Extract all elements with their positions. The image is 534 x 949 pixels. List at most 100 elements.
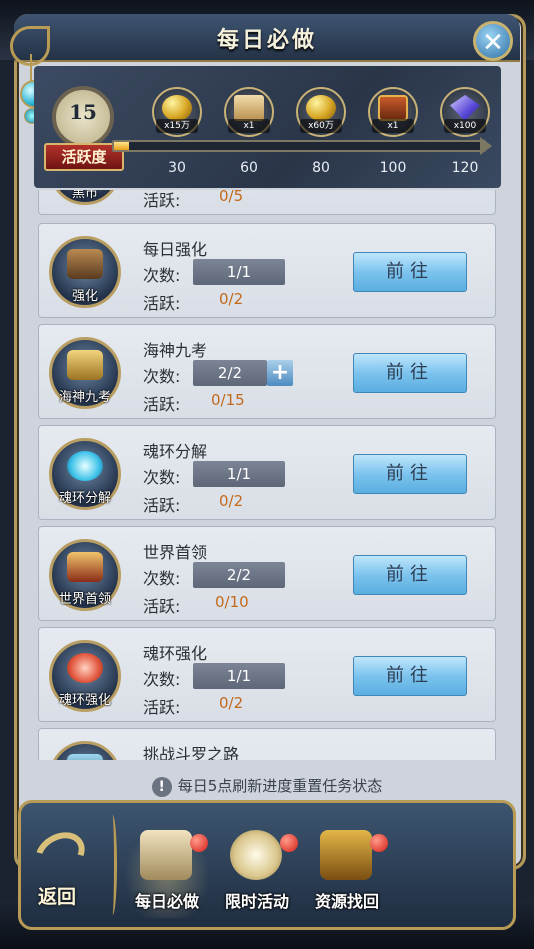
task-icon: 魂环强化 bbox=[49, 640, 121, 712]
tab-daily-tasks[interactable]: 每日必做 bbox=[124, 826, 210, 918]
tab-label: 资源找回 bbox=[314, 892, 379, 911]
reward-chest-60[interactable]: x1 bbox=[224, 87, 274, 137]
activity-value: 15 bbox=[69, 100, 97, 124]
active-value: 0/5 bbox=[219, 190, 244, 205]
gold-coins-icon bbox=[162, 95, 192, 121]
treasure-chest-icon bbox=[320, 830, 372, 880]
task-name: 挑战斗罗之路 bbox=[143, 745, 240, 760]
activity-progress-track bbox=[112, 140, 486, 152]
diamond-icon bbox=[450, 95, 480, 121]
nav-divider bbox=[108, 815, 117, 915]
progress-arrow-icon bbox=[480, 137, 492, 155]
task-list[interactable]: 黑市 活跃: 0/5 强化 每日强化 次数: 1/1 活跃: 0/2 前往 海神… bbox=[34, 190, 501, 760]
window-title: 每日必做 bbox=[216, 28, 317, 53]
task-icon-label: 强化 bbox=[71, 289, 98, 304]
active-label: 活跃: bbox=[143, 698, 181, 717]
active-value: 0/10 bbox=[215, 593, 249, 611]
milestone-label: 80 bbox=[312, 160, 330, 176]
active-value: 0/2 bbox=[219, 492, 244, 510]
reward-qty: x60万 bbox=[300, 119, 342, 133]
refresh-notice: ! 每日5点刷新进度重置任务状态 bbox=[0, 775, 534, 797]
task-row-soul-ring-enhance: 魂环强化 魂环强化 次数: 1/1 活跃: 0/2 前往 bbox=[38, 627, 496, 722]
active-label: 活跃: bbox=[143, 191, 181, 210]
count-label: 次数: bbox=[143, 569, 181, 588]
pocket-watch-icon bbox=[230, 830, 282, 880]
task-name: 世界首领 bbox=[143, 543, 208, 562]
count-value: 1/1 bbox=[193, 259, 285, 285]
go-button[interactable]: 前往 bbox=[353, 555, 467, 595]
task-name: 每日强化 bbox=[143, 240, 208, 259]
tab-limited-events[interactable]: 限时活动 bbox=[214, 826, 300, 918]
task-name: 魂环分解 bbox=[143, 442, 208, 461]
active-label: 活跃: bbox=[143, 395, 181, 414]
add-attempts-button[interactable]: + bbox=[267, 360, 293, 386]
count-label: 次数: bbox=[143, 468, 181, 487]
reward-chest-100[interactable]: x1 bbox=[368, 87, 418, 137]
quill-scroll-icon bbox=[140, 830, 192, 880]
notice-text: 每日5点刷新进度重置任务状态 bbox=[177, 777, 383, 795]
active-value: 0/2 bbox=[219, 694, 244, 712]
task-icon-label: 海神九考 bbox=[58, 390, 111, 405]
go-button[interactable]: 前往 bbox=[353, 454, 467, 494]
go-button[interactable]: 前往 bbox=[353, 656, 467, 696]
soul-ring-icon bbox=[67, 451, 103, 481]
count-label: 次数: bbox=[143, 266, 181, 285]
active-value: 0/2 bbox=[219, 290, 244, 308]
count-value: 1/1 bbox=[193, 663, 285, 689]
task-icon: 强化 bbox=[49, 236, 121, 308]
task-icon-label: 魂环分解 bbox=[58, 491, 111, 506]
challenge-icon bbox=[67, 754, 103, 760]
reward-qty: x15万 bbox=[156, 119, 198, 133]
task-icon: 魂环分解 bbox=[49, 438, 121, 510]
active-label: 活跃: bbox=[143, 294, 181, 313]
chain-ornament bbox=[30, 54, 32, 82]
activity-progress-fill bbox=[114, 142, 129, 150]
go-button[interactable]: 前往 bbox=[353, 353, 467, 393]
task-icon: 世界首领 bbox=[49, 539, 121, 611]
task-icon-label: 黑市 bbox=[71, 190, 98, 201]
count-value: 1/1 bbox=[193, 461, 285, 487]
tab-label: 每日必做 bbox=[134, 892, 199, 911]
reward-qty: x1 bbox=[372, 119, 414, 133]
scroll-icon bbox=[234, 95, 264, 121]
gold-coins-icon bbox=[306, 95, 336, 121]
task-icon bbox=[49, 741, 121, 760]
active-value: 0/15 bbox=[211, 391, 245, 409]
active-label: 活跃: bbox=[143, 597, 181, 616]
task-row-black-market: 黑市 活跃: 0/5 bbox=[38, 190, 496, 215]
reward-qty: x100 bbox=[444, 119, 486, 133]
task-row-douluo-road: 挑战斗罗之路 bbox=[38, 728, 496, 760]
task-row-soul-ring-decompose: 魂环分解 魂环分解 次数: 1/1 活跃: 0/2 前往 bbox=[38, 425, 496, 520]
soul-ring-gem-icon bbox=[67, 653, 103, 683]
count-label: 次数: bbox=[143, 670, 181, 689]
reward-qty: x1 bbox=[228, 119, 270, 133]
anvil-icon bbox=[67, 249, 103, 279]
close-button[interactable]: ✕ bbox=[473, 21, 513, 61]
notification-dot bbox=[280, 834, 298, 852]
back-arrow-icon bbox=[27, 823, 93, 885]
task-icon: 海神九考 bbox=[49, 337, 121, 409]
active-label: 活跃: bbox=[143, 496, 181, 515]
task-row-poseidon-trials: 海神九考 海神九考 次数: 2/2 + 活跃: 0/15 前往 bbox=[38, 324, 496, 419]
task-name: 海神九考 bbox=[143, 341, 208, 360]
treasure-chest-icon bbox=[378, 95, 408, 121]
task-row-world-boss: 世界首领 世界首领 次数: 2/2 活跃: 0/10 前往 bbox=[38, 526, 496, 621]
tab-resource-recovery[interactable]: 资源找回 bbox=[304, 826, 390, 918]
notification-dot bbox=[190, 834, 208, 852]
task-icon: 黑市 bbox=[49, 190, 121, 205]
milestone-label: 30 bbox=[168, 160, 186, 176]
milestone-label: 60 bbox=[240, 160, 258, 176]
back-label: 返回 bbox=[38, 886, 77, 908]
reward-chest-80[interactable]: x60万 bbox=[296, 87, 346, 137]
count-label: 次数: bbox=[143, 367, 181, 386]
warning-icon: ! bbox=[151, 776, 172, 797]
go-button[interactable]: 前往 bbox=[353, 252, 467, 292]
task-icon-label: 世界首领 bbox=[58, 592, 111, 607]
task-name: 魂环强化 bbox=[143, 644, 208, 663]
reward-chest-120[interactable]: x100 bbox=[440, 87, 490, 137]
back-button[interactable]: 返回 bbox=[27, 820, 98, 920]
task-row-daily-enhance: 强化 每日强化 次数: 1/1 活跃: 0/2 前往 bbox=[38, 223, 496, 318]
reward-chest-30[interactable]: x15万 bbox=[152, 87, 202, 137]
milestone-label: 100 bbox=[379, 160, 407, 176]
task-icon-label: 魂环强化 bbox=[58, 693, 111, 708]
